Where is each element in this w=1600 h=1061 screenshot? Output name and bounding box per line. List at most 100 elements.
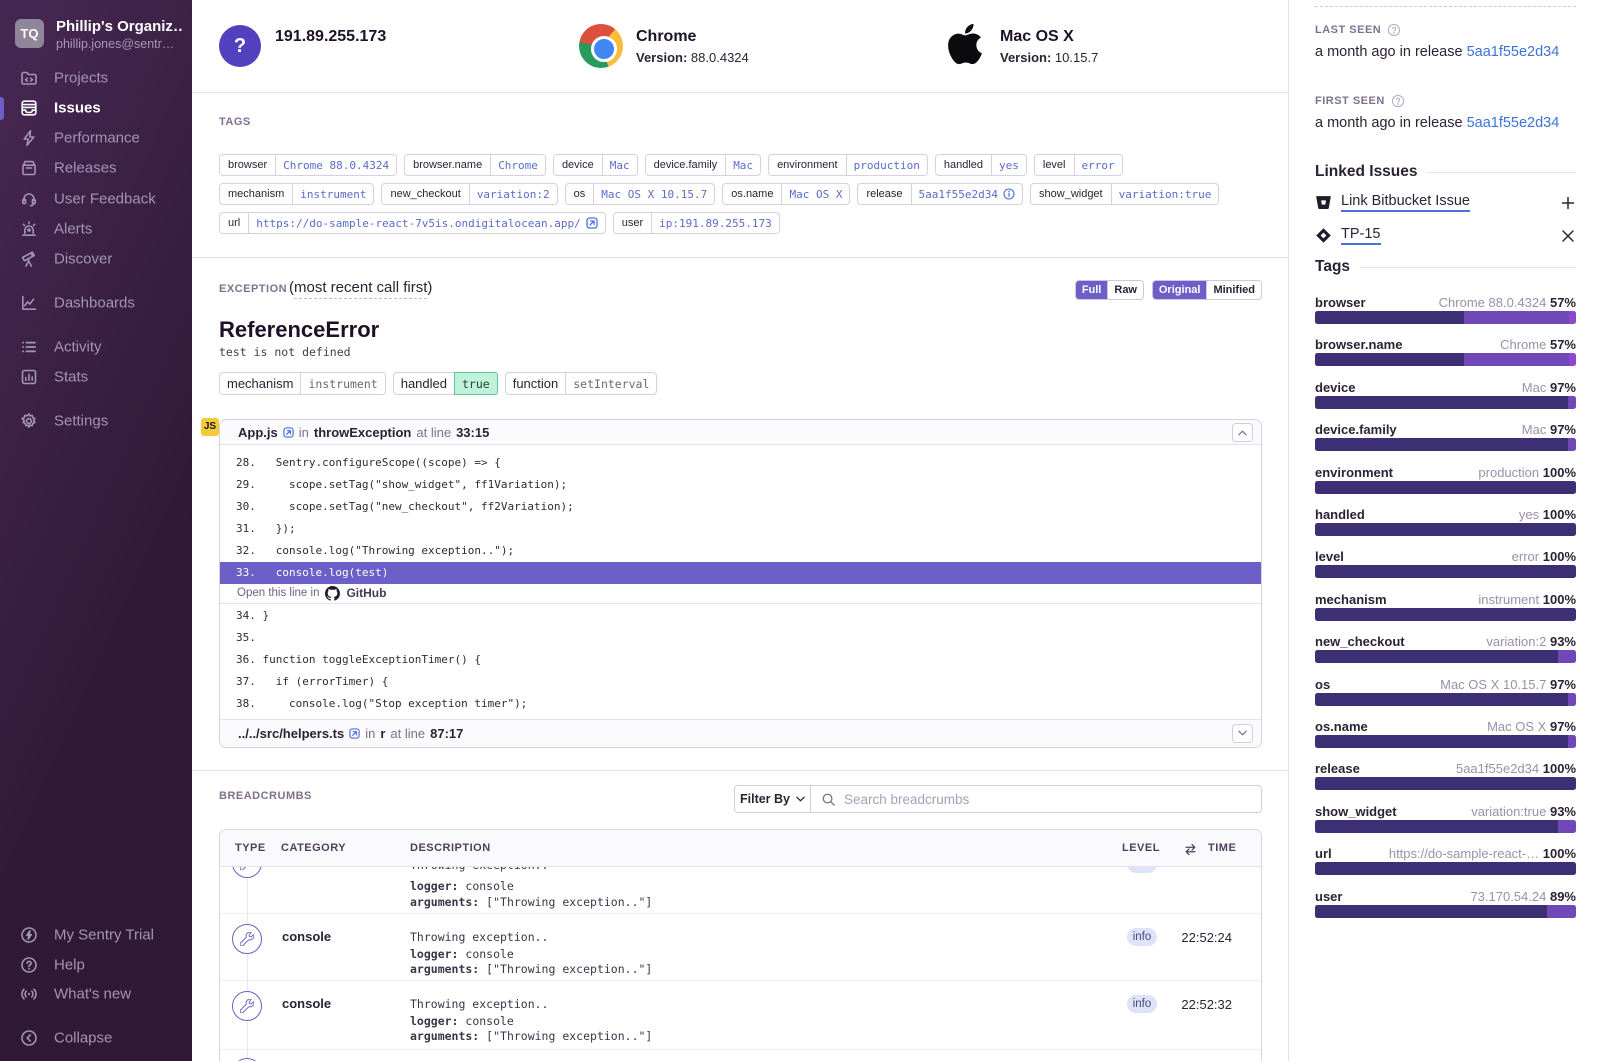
sidebar-item-projects[interactable]: Projects <box>0 63 192 93</box>
aside-tag-browser.name[interactable]: browser.nameChrome 57% <box>1315 337 1576 367</box>
aside-tag-bar <box>1315 608 1576 621</box>
toggle-option-original[interactable]: Original <box>1153 281 1207 299</box>
tag-value[interactable]: Mac <box>733 159 753 172</box>
sidebar-item-releases[interactable]: Releases <box>0 153 192 183</box>
aside-tag-environment[interactable]: environmentproduction 100% <box>1315 465 1576 495</box>
tag-pill-release: release 5aa1f55e2d34 <box>857 183 1023 205</box>
tag-value[interactable]: instrument <box>300 188 366 201</box>
aside-tag-bar <box>1315 735 1576 748</box>
linked-issue-link[interactable]: TP-15 <box>1341 226 1381 245</box>
sidebar-item-alerts[interactable]: Alerts <box>0 214 192 244</box>
github-link[interactable]: GitHub <box>346 586 386 600</box>
plus-icon[interactable] <box>1560 195 1576 211</box>
tag-value[interactable]: Mac OS X <box>789 188 842 201</box>
divider <box>192 257 1288 258</box>
tag-value[interactable]: Mac OS X 10.15.7 <box>601 188 707 201</box>
sidebar-item-dashboards[interactable]: Dashboards <box>0 288 192 318</box>
sidebar-item-what-s-new[interactable]: What's new <box>0 979 192 1009</box>
aside-tag-show_widget[interactable]: show_widgetvariation:true 93% <box>1315 804 1576 834</box>
sidebar-item-settings[interactable]: Settings <box>0 406 192 436</box>
breadcrumb-row[interactable] <box>220 1050 1261 1061</box>
aside-tag-name: handled <box>1315 507 1365 522</box>
first-seen-value: a month ago in release 5aa1f55e2d34 <box>1315 115 1559 131</box>
sidebar-item-discover[interactable]: Discover <box>0 244 192 274</box>
sidebar-item-label: My Sentry Trial <box>54 927 154 944</box>
dashboards-icon <box>20 294 38 312</box>
toggle-option-raw[interactable]: Raw <box>1107 281 1143 299</box>
collapse-icon <box>20 1029 38 1047</box>
tag-value[interactable]: variation:true <box>1119 188 1212 201</box>
aside-tag-new_checkout[interactable]: new_checkoutvariation:2 93% <box>1315 634 1576 664</box>
toggle-option-full[interactable]: Full <box>1076 281 1108 299</box>
tag-value[interactable]: yes <box>999 159 1019 172</box>
toggle-option-minified[interactable]: Minified <box>1206 281 1261 299</box>
tag-value[interactable]: ip:191.89.255.173 <box>659 217 772 230</box>
tag-pill-handled: handledyes <box>935 154 1027 176</box>
sidebar-item-my-sentry-trial[interactable]: My Sentry Trial <box>0 920 192 950</box>
collapsed-frame-row[interactable]: ../../src/helpers.ts in r at line 87:17 <box>220 719 1261 747</box>
tag-value[interactable]: production <box>854 159 920 172</box>
breadcrumb-time: 22:52:24 <box>1181 930 1232 945</box>
context-user-ip: 191.89.255.173 <box>275 28 386 46</box>
tag-pill-browser: browserChrome 88.0.4324 <box>219 154 397 176</box>
sidebar-item-issues[interactable]: Issues <box>0 93 192 123</box>
aside-tag-handled[interactable]: handledyes 100% <box>1315 507 1576 537</box>
aside-tag-browser[interactable]: browserChrome 88.0.4324 57% <box>1315 295 1576 325</box>
aside-tag-device[interactable]: deviceMac 97% <box>1315 380 1576 410</box>
tag-key: release <box>858 184 910 204</box>
sort-icon[interactable] <box>1183 843 1198 856</box>
aside-tag-bar <box>1315 396 1576 409</box>
sidebar-item-stats[interactable]: Stats <box>0 362 192 392</box>
aside-tag-level[interactable]: levelerror 100% <box>1315 549 1576 579</box>
aside-tag-os[interactable]: osMac OS X 10.15.7 97% <box>1315 677 1576 707</box>
linked-issue-link[interactable]: Link Bitbucket Issue <box>1341 193 1470 212</box>
aside-tag-url[interactable]: urlhttps://do-sample-react-… 100% <box>1315 846 1576 876</box>
sidebar-item-performance[interactable]: Performance <box>0 123 192 153</box>
breadcrumb-type-icon <box>232 924 262 954</box>
filter-by-button[interactable]: Filter By <box>734 785 811 813</box>
tag-value[interactable]: instrument <box>308 377 377 391</box>
tag-value[interactable]: Chrome 88.0.4324 <box>283 159 389 172</box>
tag-value[interactable]: Mac <box>610 159 630 172</box>
active-code-line[interactable]: 33. console.log(test) <box>220 562 1261 584</box>
aside-tag-user[interactable]: user73.170.54.24 89% <box>1315 889 1576 919</box>
tag-value[interactable]: Chrome <box>498 159 538 172</box>
tag-value[interactable]: error <box>1082 159 1115 172</box>
sidebar-collapse-button[interactable]: Collapse <box>0 1023 192 1053</box>
aside-tag-release[interactable]: release5aa1f55e2d34 100% <box>1315 761 1576 791</box>
breadcrumb-row[interactable]: consoleThrowing exception..logger: conso… <box>220 914 1261 981</box>
tag-pill-user: userip:191.89.255.173 <box>613 212 780 234</box>
breadcrumb-row[interactable]: Throwing exception..logger: consoleargum… <box>220 867 1261 914</box>
exception-tags-row: mechanisminstrumenthandledtruefunctionse… <box>219 372 657 395</box>
tag-value[interactable]: 5aa1f55e2d34 <box>919 188 998 201</box>
column-time[interactable]: TIME <box>1208 842 1236 854</box>
tag-value[interactable]: setInterval <box>573 377 649 391</box>
expand-frame-button[interactable] <box>1232 724 1253 743</box>
stack-frame-header[interactable]: App.js in throwException at line 33:15 <box>220 420 1261 445</box>
sidebar-item-help[interactable]: Help <box>0 950 192 980</box>
release-link[interactable]: 5aa1f55e2d34 <box>1467 115 1560 131</box>
aside-tag-device.family[interactable]: device.familyMac 97% <box>1315 422 1576 452</box>
tag-value[interactable]: variation:2 <box>477 188 550 201</box>
divider <box>192 92 1288 93</box>
close-icon[interactable] <box>1560 228 1576 244</box>
release-link[interactable]: 5aa1f55e2d34 <box>1467 44 1560 60</box>
breadcrumb-row[interactable]: consoleThrowing exception..logger: conso… <box>220 981 1261 1050</box>
activity-icon <box>20 338 38 356</box>
bitbucket-icon <box>1315 194 1332 211</box>
tag-value[interactable]: true <box>462 377 490 391</box>
sidebar-item-activity[interactable]: Activity <box>0 332 192 362</box>
collapse-frame-button[interactable] <box>1232 423 1253 442</box>
org-avatar: TQ <box>15 19 44 48</box>
search-input[interactable] <box>844 792 1261 807</box>
settings-icon <box>20 412 38 430</box>
aside-tag-os.name[interactable]: os.nameMac OS X 97% <box>1315 719 1576 749</box>
aside-tag-value: variation:2 93% <box>1486 634 1576 649</box>
aside-tag-mechanism[interactable]: mechanisminstrument 100% <box>1315 592 1576 622</box>
tag-key: browser.name <box>405 155 490 175</box>
tag-value[interactable]: https://do-sample-react-7v5is.ondigitalo… <box>256 217 581 230</box>
chevron-down-icon <box>1238 730 1247 736</box>
code-line: 31. }); <box>220 517 1261 539</box>
sidebar-item-user-feedback[interactable]: User Feedback <box>0 184 192 214</box>
tags-row: browserChrome 88.0.4324 browser.name Chrom… <box>219 154 1123 176</box>
